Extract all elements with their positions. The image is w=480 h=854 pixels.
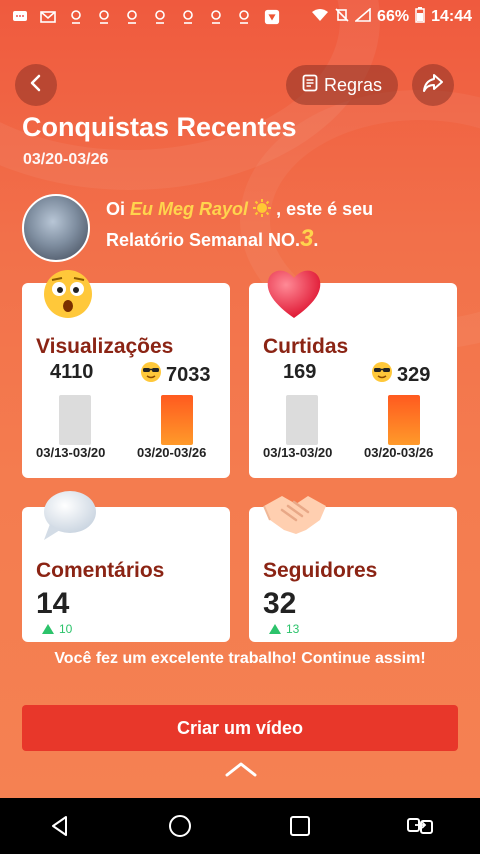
views-prev-bar [59,395,91,445]
followers-growth: 13 [269,622,299,636]
clock: 14:44 [431,8,472,25]
chevron-up-icon[interactable] [224,760,258,783]
avatar[interactable] [22,194,90,262]
report-suffix: . [313,230,319,250]
circle-home-icon [169,815,191,837]
comments-value: 14 [36,587,70,620]
greeting-middle: , este é seu [276,199,374,219]
likes-prev-value: 169 [283,361,317,383]
document-icon [302,74,318,97]
comments-title: Comentários [36,559,165,582]
share-button[interactable] [412,64,454,106]
speech-bubble-icon [38,488,98,544]
comments-growth: 10 [42,622,72,636]
eye-icon [124,9,140,25]
triangle-back-icon [52,816,67,836]
eye-icon [208,9,224,25]
eye-icon [236,9,252,25]
report-number: 3 [300,225,314,252]
eye-icon [180,9,196,25]
square-recents-icon [290,816,310,836]
report-line: Relatório Semanal NO. [106,230,301,250]
battery-text: 66% [377,8,410,25]
greeting-prefix: Oi [106,199,131,219]
greeting-text: Oi Eu Meg Rayol , este é seu Relatório S… [106,194,456,255]
app-screen: 66% 14:44 Regras Conquistas Recentes 03/… [0,0,480,798]
switch-apps-icon [407,818,433,834]
followers-growth-value: 13 [286,622,300,636]
views-prev-label: 03/13-03/20 [36,445,106,460]
eye-icon [68,9,84,25]
chevron-left-icon [28,74,44,97]
likes-current: 329 [371,361,430,389]
followers-value: 32 [263,587,297,620]
page-title: Conquistas Recentes [22,112,297,142]
mail-icon [40,9,56,25]
rules-label: Regras [323,74,383,95]
back-button[interactable] [15,64,57,106]
battery-icon [415,6,425,28]
wifi-icon [311,8,329,27]
followers-title: Seguidores [263,559,378,582]
likes-prev-label: 03/13-03/20 [263,445,333,460]
message-icon [12,9,28,25]
rules-button[interactable]: Regras [286,65,398,105]
likes-prev-bar [286,395,318,445]
likes-cur-value: 329 [397,363,431,386]
nav-back-button[interactable] [40,806,80,846]
system-indicators: 66% 14:44 [311,6,480,28]
notification-icons [0,9,280,25]
status-bar: 66% 14:44 [0,0,480,34]
encouragement-message: Você fez um excelente trabalho! Continue… [54,650,426,667]
system-nav-bar [0,798,480,854]
views-cur-label: 03/20-03/26 [137,445,207,460]
views-current: 7033 [140,361,211,389]
date-range: 03/20-03/26 [23,151,109,168]
share-icon [422,73,444,98]
eye-icon [152,9,168,25]
user-name: Eu Meg Rayol [130,199,249,219]
views-cur-bar [161,395,193,445]
likes-cur-label: 03/20-03/26 [364,445,434,460]
sunglasses-emoji-icon [371,361,393,389]
views-title: Visualizações [36,335,174,358]
arrow-up-icon [42,624,54,634]
handshake-icon [262,490,328,538]
eye-icon [96,9,112,25]
views-prev-value: 4110 [50,361,94,383]
create-video-button[interactable]: Criar um vídeo [22,705,458,751]
app-icon [264,9,280,25]
comments-growth-value: 10 [59,622,73,636]
signal-icon [353,6,371,27]
sunglasses-emoji-icon [140,361,162,389]
likes-title: Curtidas [263,335,349,358]
mute-icon [335,7,349,27]
heart-icon [264,264,324,320]
shocked-face-icon [42,268,94,320]
likes-cur-bar [388,395,420,445]
views-cur-value: 7033 [166,363,211,386]
nav-home-button[interactable] [160,806,200,846]
nav-switch-button[interactable] [400,806,440,846]
sun-emoji-icon [253,199,276,219]
nav-recents-button[interactable] [280,806,320,846]
arrow-up-icon [269,624,281,634]
